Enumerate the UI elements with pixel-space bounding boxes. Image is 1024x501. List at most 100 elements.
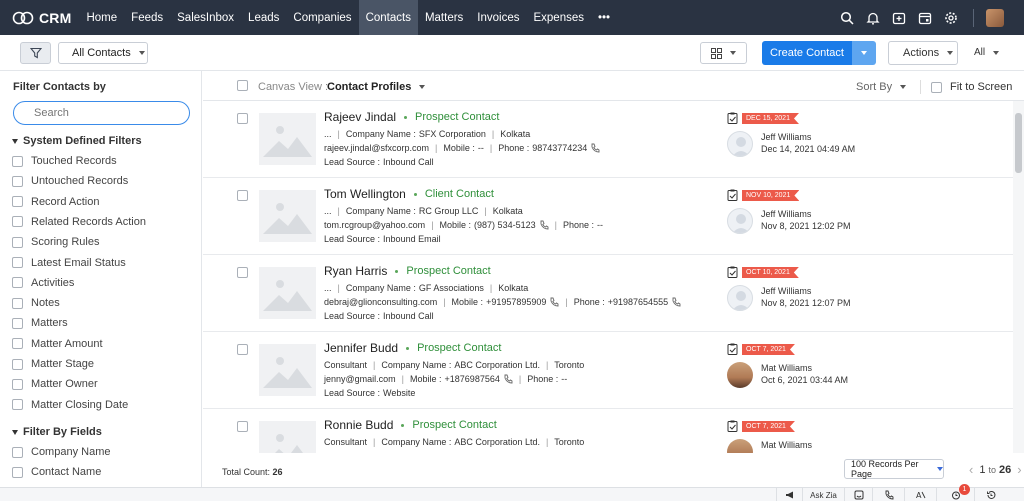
filter-checkbox[interactable]	[12, 257, 23, 268]
create-contact-dropdown-button[interactable]	[852, 41, 876, 65]
filter-item[interactable]: Matter Closing Date	[12, 398, 128, 412]
filter-checkbox[interactable]	[12, 378, 23, 390]
owner-avatar	[727, 208, 753, 234]
contact-name-link[interactable]: Rajeev Jindal	[324, 110, 396, 124]
contact-record[interactable]: Rajeev Jindal Prospect Contact... | Company…	[203, 101, 1013, 178]
filter-item[interactable]: Matter Amount	[12, 337, 103, 351]
history-icon[interactable]	[974, 488, 1006, 501]
filter-checkbox[interactable]	[12, 155, 23, 167]
records-per-page-dropdown[interactable]: 100 Records Per Page	[844, 459, 944, 479]
field-filter-item[interactable]: Contact Name	[12, 465, 101, 479]
nav-companies[interactable]: Companies	[286, 0, 358, 35]
contact-name-link[interactable]: Tom Wellington	[324, 187, 406, 201]
gear-icon[interactable]	[939, 0, 963, 35]
record-checkbox[interactable]	[237, 113, 248, 124]
nav-expenses[interactable]: Expenses	[526, 0, 591, 35]
translate-icon[interactable]: A	[904, 488, 936, 501]
nav-leads[interactable]: Leads	[241, 0, 286, 35]
record-checkbox[interactable]	[237, 190, 248, 201]
system-filters-section[interactable]: System Defined Filters	[12, 135, 142, 147]
filter-checkbox[interactable]	[12, 216, 23, 228]
field-filters-section[interactable]: Filter By Fields	[12, 426, 102, 438]
email-link[interactable]: jenny@gmail.com	[324, 374, 396, 384]
nav-invoices[interactable]: Invoices	[470, 0, 526, 35]
phone-icon[interactable]	[590, 143, 600, 153]
actions-button[interactable]: Actions	[888, 41, 958, 65]
nav-feeds[interactable]: Feeds	[124, 0, 170, 35]
filter-item[interactable]: Matter Stage	[12, 357, 94, 371]
select-all-checkbox[interactable]	[237, 80, 248, 91]
filter-checkbox[interactable]	[12, 196, 23, 208]
nav-salesinbox[interactable]: SalesInbox	[170, 0, 241, 35]
contact-record[interactable]: Jennifer Budd Prospect Contact Consultant |…	[203, 332, 1013, 409]
scrollbar-thumb[interactable]	[1015, 113, 1022, 173]
filter-checkbox[interactable]	[12, 175, 23, 187]
chevron-left-icon[interactable]: ‹	[969, 462, 973, 477]
create-contact-button[interactable]: Create Contact	[762, 41, 852, 65]
filter-checkbox[interactable]	[12, 317, 23, 329]
record-checkbox[interactable]	[237, 267, 248, 278]
crm-logo[interactable]: CRM	[0, 0, 79, 35]
filter-item[interactable]: Matters	[12, 316, 68, 330]
fit-to-screen-toggle[interactable]: Fit to Screen	[920, 80, 1012, 94]
phone-icon[interactable]	[671, 297, 681, 307]
calendar-add-icon[interactable]	[887, 0, 911, 35]
nav-matters[interactable]: Matters	[418, 0, 470, 35]
phone-icon[interactable]	[549, 297, 559, 307]
sort-by-dropdown[interactable]: Sort By	[856, 81, 907, 93]
filter-item[interactable]: Touched Records	[12, 154, 117, 168]
filter-search-input[interactable]	[13, 101, 190, 125]
all-records-dropdown[interactable]: All	[974, 47, 1000, 58]
nav-home[interactable]: Home	[79, 0, 124, 35]
filter-checkbox[interactable]	[12, 446, 23, 458]
mobile-label: Mobile :	[451, 297, 484, 307]
calendar-icon[interactable]	[913, 0, 937, 35]
mobile-value: +91957895909	[486, 297, 547, 307]
user-avatar[interactable]	[986, 8, 1004, 27]
nav-more[interactable]: •••	[591, 0, 617, 35]
email-link[interactable]: debraj@glionconsulting.com	[324, 297, 437, 307]
contact-name-link[interactable]: Ronnie Budd	[324, 418, 393, 432]
filter-checkbox[interactable]	[12, 466, 23, 478]
canvas-view-dropdown[interactable]: Contact Profiles	[327, 81, 426, 93]
ask-zia-button[interactable]: Ask Zia	[802, 488, 844, 501]
email-link[interactable]: tom.rcgroup@yahoo.com	[324, 220, 425, 230]
view-switcher-button[interactable]	[700, 42, 747, 64]
filter-item[interactable]: Activities	[12, 276, 74, 290]
filter-checkbox[interactable]	[12, 236, 23, 248]
filter-item[interactable]: Matter Owner	[12, 377, 98, 391]
chevron-right-icon[interactable]: ›	[1017, 462, 1021, 477]
phone-icon[interactable]	[539, 220, 549, 230]
filter-checkbox[interactable]	[12, 358, 23, 370]
smiley-icon[interactable]	[844, 488, 872, 501]
bell-icon[interactable]	[861, 0, 885, 35]
megaphone-icon[interactable]	[776, 488, 802, 501]
total-count-label: Total Count:	[222, 467, 271, 477]
phone-icon[interactable]	[503, 374, 513, 384]
filter-checkbox[interactable]	[12, 297, 23, 309]
filter-item[interactable]: Notes	[12, 296, 60, 310]
contact-record[interactable]: Tom Wellington Client Contact... | Company …	[203, 178, 1013, 255]
filter-checkbox[interactable]	[12, 338, 23, 350]
filter-item[interactable]: Untouched Records	[12, 174, 128, 188]
filter-checkbox[interactable]	[12, 399, 23, 411]
call-icon[interactable]	[872, 488, 904, 501]
filter-item[interactable]: Latest Email Status	[12, 256, 126, 270]
company-line: ... | Company Name : RC Group LLC | Kolkata	[324, 206, 523, 216]
filter-item[interactable]: Related Records Action	[12, 215, 146, 229]
nav-contacts[interactable]: Contacts	[358, 0, 418, 35]
fit-to-screen-checkbox[interactable]	[931, 81, 942, 93]
record-checkbox[interactable]	[237, 344, 248, 355]
record-checkbox[interactable]	[237, 421, 248, 432]
contact-name-link[interactable]: Jennifer Budd	[324, 341, 398, 355]
filter-item[interactable]: Record Action	[12, 195, 99, 209]
contact-name-link[interactable]: Ryan Harris	[324, 264, 387, 278]
search-icon[interactable]	[835, 0, 859, 35]
filter-toggle-button[interactable]	[20, 42, 51, 64]
contact-record[interactable]: Ryan Harris Prospect Contact... | Company N…	[203, 255, 1013, 332]
custom-view-dropdown[interactable]: All Contacts	[58, 42, 148, 64]
email-link[interactable]: rajeev.jindal@sfxcorp.com	[324, 143, 429, 153]
filter-item[interactable]: Scoring Rules	[12, 235, 99, 249]
field-filter-item[interactable]: Company Name	[12, 445, 110, 459]
filter-checkbox[interactable]	[12, 277, 23, 289]
